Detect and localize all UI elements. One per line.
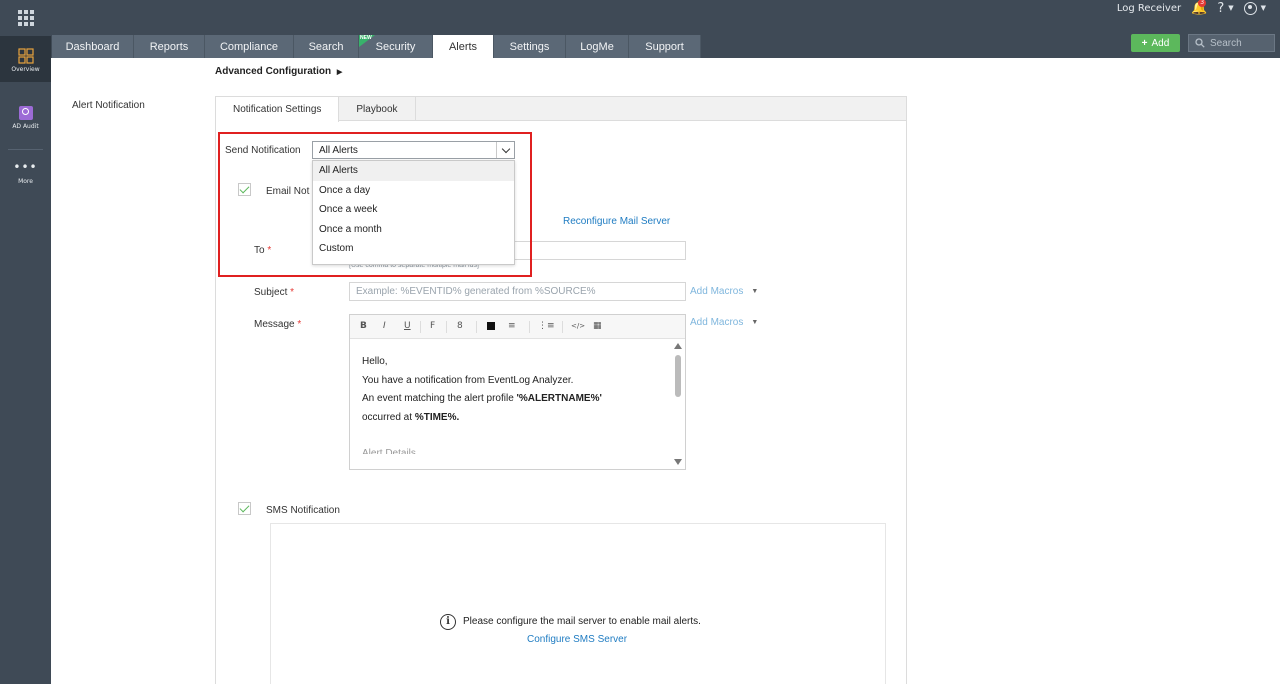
new-badge: NEW xyxy=(360,35,372,41)
tab-playbook[interactable]: Playbook xyxy=(339,97,416,121)
tab-security-label: Security xyxy=(375,40,416,53)
toolbar-divider xyxy=(562,321,563,333)
reconfigure-mail-server-link[interactable]: Reconfigure Mail Server xyxy=(563,216,670,227)
italic-button[interactable]: I xyxy=(383,321,386,331)
main-tabs: Dashboard Reports Compliance Search NEW … xyxy=(52,35,701,58)
app-name-label[interactable]: Log Receiver xyxy=(1117,3,1181,14)
info-icon: i xyxy=(440,614,456,630)
chevron-down-icon: ▼ xyxy=(1228,4,1234,12)
add-button[interactable]: + Add xyxy=(1131,34,1180,52)
message-add-macros[interactable]: Add Macros ▼ xyxy=(690,317,758,328)
editor-toolbar: B I U F 8 ≡ ⋮≡ </> ▦ xyxy=(350,315,685,339)
source-code-icon[interactable]: </> xyxy=(571,322,585,330)
editor-line: occurred at %TIME%. xyxy=(362,411,460,423)
tab-logme[interactable]: LogMe xyxy=(566,35,629,58)
sidebar-item-label: Overview xyxy=(11,66,40,73)
sidebar-item-label: AD Audit xyxy=(12,123,39,130)
search-input[interactable]: Search xyxy=(1188,34,1275,52)
toolbar-divider xyxy=(529,321,530,333)
search-placeholder: Search xyxy=(1210,37,1242,49)
sidebar-item-label: More xyxy=(18,178,33,185)
text-color-icon[interactable] xyxy=(487,322,495,330)
overview-grid-icon xyxy=(17,48,34,64)
subject-field[interactable]: Example: %EVENTID% generated from %SOURC… xyxy=(349,282,686,301)
toolbar-divider xyxy=(476,321,477,333)
chevron-down-icon: ▼ xyxy=(751,319,759,326)
help-icon: ? xyxy=(1217,0,1225,16)
editor-line: An event matching the alert profile '%AL… xyxy=(362,393,602,404)
sidebar-item-ad-audit[interactable]: AD Audit xyxy=(0,106,51,142)
sidebar-item-more[interactable]: ••• More xyxy=(0,160,51,192)
editor-body: Hello, You have a notification from Even… xyxy=(362,353,672,454)
toolbar-divider xyxy=(420,321,421,333)
tab-security[interactable]: NEW Security xyxy=(359,35,433,58)
section-label: Alert Notification xyxy=(72,100,145,111)
bold-button[interactable]: B xyxy=(360,321,367,331)
editor-scrollbar[interactable] xyxy=(674,341,682,467)
ad-audit-icon xyxy=(18,106,33,120)
required-mark: * xyxy=(290,287,295,298)
page-title[interactable]: Advanced Configuration ▶ xyxy=(215,66,342,77)
scroll-down-icon[interactable] xyxy=(674,459,682,465)
align-icon[interactable]: ≡ xyxy=(508,321,516,331)
top-right-actions: Log Receiver 🔔 3 ? ▼ ▼ xyxy=(1117,0,1266,16)
caret-right-icon: ▶ xyxy=(336,69,343,76)
more-dots-icon: ••• xyxy=(13,160,38,174)
tab-compliance[interactable]: Compliance xyxy=(205,35,294,58)
chevron-down-icon: ▼ xyxy=(1260,4,1266,12)
notification-count-badge: 3 xyxy=(1198,0,1207,7)
sms-notification-label: SMS Notification xyxy=(266,505,340,516)
sidebar-item-overview[interactable]: Overview xyxy=(0,36,51,82)
list-icon[interactable]: ⋮≡ xyxy=(538,321,555,331)
tab-settings[interactable]: Settings xyxy=(494,35,566,58)
subject-label: Subject * xyxy=(254,287,295,298)
required-mark: * xyxy=(297,319,302,330)
user-menu[interactable]: ▼ xyxy=(1243,1,1266,15)
scroll-up-icon[interactable] xyxy=(674,343,682,349)
configure-sms-server-link[interactable]: Configure SMS Server xyxy=(527,634,627,645)
tab-support[interactable]: Support xyxy=(629,35,701,58)
sms-notification-checkbox[interactable] xyxy=(238,502,251,515)
message-editor[interactable]: B I U F 8 ≡ ⋮≡ </> ▦ Hello, You have a n… xyxy=(349,314,686,470)
editor-blank-line xyxy=(362,427,672,445)
editor-line: You have a notification from EventLog An… xyxy=(362,374,574,386)
table-icon[interactable]: ▦ xyxy=(593,321,602,331)
add-button-label: Add xyxy=(1151,37,1170,49)
left-sidebar: Overview AD Audit ••• More xyxy=(0,36,51,684)
user-icon xyxy=(1243,1,1257,15)
tab-notification-settings[interactable]: Notification Settings xyxy=(216,97,340,122)
font-size-button[interactable]: 8 xyxy=(457,321,463,331)
message-label: Message * xyxy=(254,319,302,330)
panel-tabs: Notification Settings Playbook xyxy=(216,97,906,122)
tab-dashboard[interactable]: Dashboard xyxy=(52,35,134,58)
highlight-box xyxy=(218,132,532,277)
search-icon xyxy=(1195,38,1205,48)
toolbar-divider xyxy=(446,321,447,333)
help-menu[interactable]: ? ▼ xyxy=(1217,1,1233,16)
plus-icon: + xyxy=(1141,37,1148,49)
subject-add-macros[interactable]: Add Macros ▼ xyxy=(690,286,758,297)
chevron-down-icon: ▼ xyxy=(751,288,759,295)
scroll-thumb[interactable] xyxy=(675,355,681,397)
editor-line: Alert Details xyxy=(362,448,416,454)
sidebar-divider xyxy=(8,149,43,150)
editor-line: Hello, xyxy=(362,356,388,367)
tab-search[interactable]: Search xyxy=(294,35,359,58)
font-family-button[interactable]: F xyxy=(430,321,435,331)
tab-reports[interactable]: Reports xyxy=(134,35,205,58)
sms-config-box xyxy=(270,523,886,684)
tab-alerts[interactable]: Alerts xyxy=(433,35,494,58)
underline-button[interactable]: U xyxy=(404,321,411,331)
bell-icon[interactable]: 🔔 3 xyxy=(1191,0,1207,16)
app-launcher-icon[interactable] xyxy=(0,0,51,36)
sms-info-text: Please configure the mail server to enab… xyxy=(463,616,701,627)
